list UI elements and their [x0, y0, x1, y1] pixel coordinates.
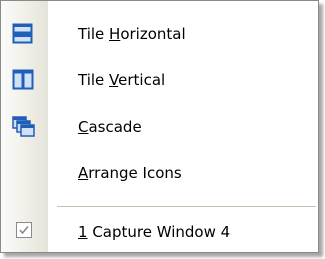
menu-item-arrange-icons[interactable]: Arrange Icons: [1, 150, 318, 196]
tile-horizontal-icon: [12, 23, 36, 45]
checkbox-checked-icon: [14, 220, 38, 242]
menu-item-tile-vertical[interactable]: Tile Vertical: [1, 57, 318, 103]
menu-item-label: Arrange Icons: [78, 164, 182, 182]
menu-item-label: Cascade: [78, 118, 142, 136]
menu-item-label: Tile Vertical: [78, 71, 166, 89]
menu-item-label: Tile Horizontal: [78, 25, 186, 43]
menu-item-capture-window-4[interactable]: 1 Capture Window 4: [1, 209, 318, 255]
menu-separator: [57, 206, 316, 207]
menu-item-tile-horizontal[interactable]: Tile Horizontal: [1, 11, 318, 57]
tile-vertical-icon: [12, 69, 36, 91]
menu-item-cascade[interactable]: Cascade: [1, 104, 318, 150]
cascade-icon: [12, 116, 36, 138]
menu-item-label: 1 Capture Window 4: [78, 223, 231, 241]
window-menu: Tile Horizontal Tile Vertical Cascade Ar…: [0, 0, 319, 253]
